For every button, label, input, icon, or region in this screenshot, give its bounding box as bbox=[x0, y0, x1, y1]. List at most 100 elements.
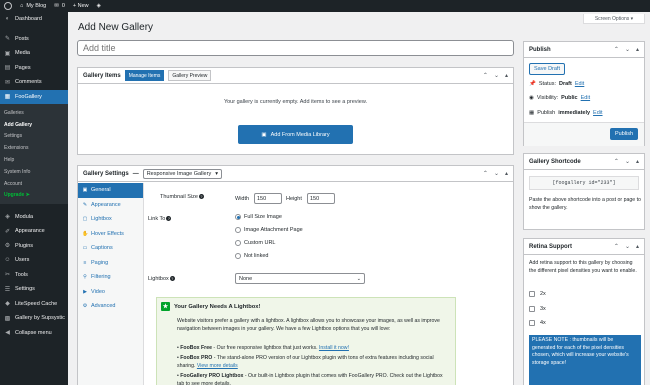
move-up-icon[interactable]: ⌃ bbox=[614, 46, 619, 53]
lightbox-option-foobox-free: • FooBox Free - Our free responsive ligh… bbox=[177, 345, 349, 351]
sidebar-item-appearance[interactable]: ✐ Appearance bbox=[0, 224, 68, 239]
collapse-toggle-icon[interactable]: ▴ bbox=[636, 243, 639, 250]
settings-tab-nav: ▣ General ✎ Appearance ▢ Lightbox ✋ Hover Effec… bbox=[78, 183, 144, 385]
settings-tab-appearance[interactable]: ✎ Appearance bbox=[78, 198, 143, 213]
sidebar-item-modula[interactable]: ◈ Modula bbox=[0, 209, 68, 224]
sidebar-item-foogallery[interactable]: ▦ FooGallery bbox=[0, 89, 68, 104]
publish-button[interactable]: Publish bbox=[610, 128, 639, 140]
collapse-toggle-icon[interactable]: ▴ bbox=[636, 46, 639, 53]
settings-tab-filtering[interactable]: ⚲ Filtering bbox=[78, 270, 143, 285]
move-up-icon[interactable]: ⌃ bbox=[483, 72, 488, 79]
gallery-items-title: Gallery Items bbox=[83, 72, 121, 79]
collapse-toggle-icon[interactable]: ▴ bbox=[636, 158, 639, 165]
lightbox-notice-text: Website visitors prefer a gallery with a… bbox=[177, 318, 440, 332]
gallery-template-select[interactable]: Responsive Image Gallery ▾ bbox=[142, 168, 222, 179]
move-down-icon[interactable]: ⌄ bbox=[625, 158, 630, 165]
wrench-icon: ✂ bbox=[4, 272, 11, 279]
sidebar-item-users[interactable]: ☺ Users bbox=[0, 253, 68, 268]
new-content-link[interactable]: + New bbox=[73, 3, 89, 9]
checkbox-4x[interactable]: 4x bbox=[529, 320, 546, 326]
general-icon: ▣ bbox=[82, 187, 88, 194]
move-up-icon[interactable]: ⌃ bbox=[614, 158, 619, 165]
sidebar-item-collapse-menu[interactable]: ◀ Collapse menu bbox=[0, 325, 68, 340]
width-input[interactable]: 150 bbox=[254, 193, 282, 204]
modula-icon: ◈ bbox=[5, 214, 10, 221]
tab-gallery-preview[interactable]: Gallery Preview bbox=[168, 70, 212, 81]
checkbox[interactable] bbox=[529, 291, 535, 297]
help-icon[interactable]: ? bbox=[198, 194, 204, 199]
checkbox-3x[interactable]: 3x bbox=[529, 306, 546, 312]
radio-button[interactable] bbox=[235, 253, 241, 259]
move-up-icon[interactable]: ⌃ bbox=[483, 170, 488, 177]
sidebar-item-litespeed-cache[interactable]: ◆ LiteSpeed Cache bbox=[0, 296, 68, 311]
add-from-media-library-button[interactable]: ▣ Add From Media Library bbox=[238, 125, 353, 144]
foogallery-bar-icon[interactable]: ◈ bbox=[97, 3, 101, 9]
help-icon[interactable]: ? bbox=[166, 216, 172, 221]
install-now-link[interactable]: Install it now! bbox=[319, 345, 349, 351]
user-icon: ☺ bbox=[4, 257, 11, 264]
site-name-link[interactable]: ⌂ My Blog bbox=[20, 3, 46, 9]
radio-not-linked[interactable]: Not linked bbox=[235, 253, 268, 259]
submenu-item-settings[interactable]: Settings bbox=[0, 131, 68, 143]
radio-full-size-image[interactable]: Full Size Image bbox=[235, 214, 282, 220]
sidebar-item-media[interactable]: ▣ Media bbox=[0, 46, 68, 61]
submenu-item-upgrade[interactable]: Upgrade ➤ bbox=[0, 190, 68, 202]
sidebar-item-dashboard[interactable]: ◐ Dashboard bbox=[0, 12, 68, 27]
settings-tab-paging[interactable]: ≡ Paging bbox=[78, 256, 143, 271]
move-up-icon[interactable]: ⌃ bbox=[614, 243, 619, 250]
pin-icon: 📌 bbox=[529, 81, 536, 87]
height-input[interactable]: 150 bbox=[307, 193, 335, 204]
move-down-icon[interactable]: ⌄ bbox=[494, 170, 499, 177]
radio-button[interactable] bbox=[235, 214, 241, 220]
move-down-icon[interactable]: ⌄ bbox=[494, 72, 499, 79]
screen-options-button[interactable]: Screen Options ▾ bbox=[583, 14, 645, 24]
gallery-title-input[interactable] bbox=[77, 40, 514, 56]
settings-tab-lightbox[interactable]: ▢ Lightbox bbox=[78, 212, 143, 227]
settings-tab-general[interactable]: ▣ General bbox=[78, 183, 143, 198]
submenu-item-account[interactable]: Account bbox=[0, 178, 68, 190]
comments-link[interactable]: ✉ 0 bbox=[54, 3, 65, 9]
edit-visibility-link[interactable]: Edit bbox=[581, 95, 590, 101]
submenu-item-galleries[interactable]: Galleries bbox=[0, 107, 68, 119]
sidebar-item-pages[interactable]: ▤ Pages bbox=[0, 61, 68, 76]
edit-status-link[interactable]: Edit bbox=[575, 81, 584, 87]
submenu-item-extensions[interactable]: Extensions bbox=[0, 142, 68, 154]
sidebar-item-label: LiteSpeed Cache bbox=[15, 300, 58, 307]
settings-tab-hover-effects[interactable]: ✋ Hover Effects bbox=[78, 227, 143, 242]
sidebar-item-settings[interactable]: ☰ Settings bbox=[0, 282, 68, 297]
settings-tab-label: General bbox=[91, 187, 111, 194]
shortcode-field[interactable]: [foogallery id="233"] bbox=[529, 176, 639, 190]
radio-button[interactable] bbox=[235, 240, 241, 246]
checkbox-2x[interactable]: 2x bbox=[529, 291, 546, 297]
sidebar-item-plugins[interactable]: ⚙ Plugins bbox=[0, 238, 68, 253]
move-down-icon[interactable]: ⌄ bbox=[625, 46, 630, 53]
submenu-item-add-gallery[interactable]: Add Gallery bbox=[0, 119, 68, 131]
help-icon[interactable]: ? bbox=[169, 276, 175, 281]
tab-manage-items[interactable]: Manage Items bbox=[124, 70, 165, 81]
collapse-toggle-icon[interactable]: ▴ bbox=[505, 170, 508, 177]
settings-tab-advanced[interactable]: ⚙ Advanced bbox=[78, 299, 143, 314]
sidebar-item-posts[interactable]: ✎ Posts bbox=[0, 32, 68, 47]
edit-publish-time-link[interactable]: Edit bbox=[593, 110, 602, 116]
wordpress-logo-icon[interactable] bbox=[4, 2, 12, 10]
sidebar-item-gallery-by-supsystic[interactable]: ▩ Gallery by Supsystic bbox=[0, 311, 68, 326]
checkbox[interactable] bbox=[529, 320, 535, 326]
settings-tab-captions[interactable]: ▭ Captions bbox=[78, 241, 143, 256]
collapse-toggle-icon[interactable]: ▴ bbox=[505, 72, 508, 79]
view-more-details-link[interactable]: View more details bbox=[197, 363, 238, 369]
radio-button[interactable] bbox=[235, 227, 241, 233]
sidebar-item-tools[interactable]: ✂ Tools bbox=[0, 267, 68, 282]
sidebar-item-comments[interactable]: ✉ Comments bbox=[0, 75, 68, 90]
advanced-icon: ⚙ bbox=[82, 303, 88, 310]
save-draft-button[interactable]: Save Draft bbox=[529, 63, 565, 75]
settings-tab-video[interactable]: ▶ Video bbox=[78, 285, 143, 300]
supsystic-icon: ▩ bbox=[4, 315, 11, 322]
submenu-item-help[interactable]: Help bbox=[0, 154, 68, 166]
dashboard-icon: ◐ bbox=[5, 16, 10, 23]
lightbox-select[interactable]: None ⌄ bbox=[235, 273, 365, 284]
radio-custom-url[interactable]: Custom URL bbox=[235, 240, 275, 246]
move-down-icon[interactable]: ⌄ bbox=[625, 243, 630, 250]
radio-image-attachment-page[interactable]: Image Attachment Page bbox=[235, 227, 303, 233]
submenu-item-system-info[interactable]: System Info bbox=[0, 166, 68, 178]
checkbox[interactable] bbox=[529, 306, 535, 312]
